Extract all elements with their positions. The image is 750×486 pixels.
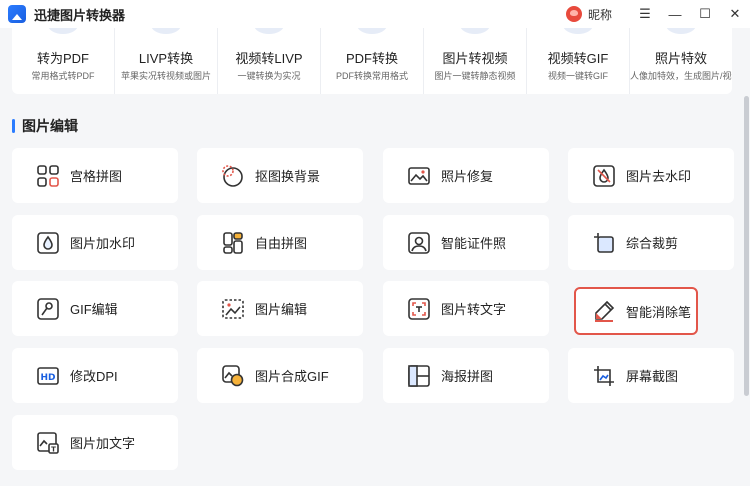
svg-text:HD: HD xyxy=(40,373,55,383)
eraser-pen-icon xyxy=(595,300,615,322)
feature-subtitle: PDF转换常用格式 xyxy=(335,71,408,81)
nickname[interactable]: 昵称 xyxy=(588,6,612,23)
feature-image-to-video[interactable]: 图片转视频 图片一键转静态视频 xyxy=(424,28,527,94)
cutout-icon xyxy=(222,164,243,187)
close-button[interactable]: ✕ xyxy=(720,0,750,28)
livp-icon xyxy=(151,28,181,34)
feature-subtitle: 常用格式转PDF xyxy=(31,71,95,81)
menu-button[interactable]: ☰ xyxy=(630,0,660,28)
tool-free-collage[interactable]: 自由拼图 xyxy=(197,215,363,270)
feature-to-pdf[interactable]: 转为PDF 常用格式转PDF xyxy=(12,28,115,94)
grid-icon xyxy=(37,164,59,187)
tool-label: 海报拼图 xyxy=(441,369,494,384)
minimize-button[interactable]: — xyxy=(660,0,690,28)
tool-label: 图片合成GIF xyxy=(255,369,329,384)
photo-effects-icon xyxy=(666,28,696,34)
tool-poster-collage[interactable]: 海报拼图 xyxy=(383,348,549,403)
feature-title: 视频转LIVP xyxy=(235,51,303,66)
app-title: 迅捷图片转换器 xyxy=(34,7,126,23)
tool-smart-eraser[interactable]: 智能消除笔 xyxy=(574,287,698,335)
gif-edit-icon xyxy=(37,297,59,320)
tool-label: 屏幕截图 xyxy=(626,369,679,384)
tool-gif-edit[interactable]: GIF编辑 xyxy=(12,281,178,336)
tool-grid-collage[interactable]: 宫格拼图 xyxy=(12,148,178,203)
tool-label: 智能证件照 xyxy=(441,236,507,251)
vertical-scrollbar[interactable] xyxy=(744,96,749,396)
tool-id-photo[interactable]: 智能证件照 xyxy=(383,215,549,270)
photo-repair-icon xyxy=(408,166,430,185)
feature-title: 图片转视频 xyxy=(442,51,508,66)
add-text-icon: T xyxy=(37,431,59,454)
hd-icon: HD xyxy=(37,366,59,385)
pdf-convert-icon xyxy=(357,28,387,34)
tool-label: 照片修复 xyxy=(441,169,494,184)
tool-image-to-text[interactable]: 图片转文字 xyxy=(383,281,549,336)
feature-title: PDF转换 xyxy=(345,51,398,66)
to-pdf-icon xyxy=(48,28,78,34)
crop-icon xyxy=(594,232,614,253)
tool-label: 自由拼图 xyxy=(255,236,308,251)
screenshot-icon xyxy=(594,365,614,386)
make-gif-icon xyxy=(222,364,244,386)
app-logo-icon xyxy=(8,5,26,23)
avatar[interactable] xyxy=(565,6,582,22)
tool-remove-watermark[interactable]: 图片去水印 xyxy=(568,148,734,203)
video-livp-icon xyxy=(254,28,284,34)
feature-title: 转为PDF xyxy=(36,51,89,66)
maximize-button[interactable]: ☐ xyxy=(690,0,720,28)
tool-label: 图片编辑 xyxy=(255,302,308,317)
feature-title: LIVP转换 xyxy=(138,51,194,66)
feature-subtitle: 一键转换为实况 xyxy=(237,71,301,81)
top-feature-strip: 转为PDF 常用格式转PDF LIVP转换 苹果实况转视频或图片 视频转LIVP… xyxy=(12,28,732,94)
feature-video-to-gif[interactable]: 视频转GIF 视频一键转GIF xyxy=(527,28,630,94)
tool-label: 图片转文字 xyxy=(441,302,507,317)
tool-image-edit[interactable]: 图片编辑 xyxy=(197,281,363,336)
tool-label: 综合裁剪 xyxy=(626,236,679,251)
tool-add-watermark[interactable]: 图片加水印 xyxy=(12,215,178,270)
feature-subtitle: 人像加特效，生成图片/视频 xyxy=(630,71,732,81)
tool-label: 修改DPI xyxy=(70,369,118,384)
feature-video-to-livp[interactable]: 视频转LIVP 一键转换为实况 xyxy=(218,28,321,94)
tool-screenshot[interactable]: 屏幕截图 xyxy=(568,348,734,403)
poster-icon xyxy=(408,364,430,387)
feature-photo-effects[interactable]: 照片特效 人像加特效，生成图片/视频 xyxy=(630,28,732,94)
feature-title: 照片特效 xyxy=(654,51,707,66)
feature-subtitle: 苹果实况转视频或图片 xyxy=(120,71,211,81)
tool-modify-dpi[interactable]: HD 修改DPI xyxy=(12,348,178,403)
video-gif-icon xyxy=(563,28,593,34)
section-title: 图片编辑 xyxy=(22,118,78,134)
svg-text:T: T xyxy=(51,445,56,453)
remove-watermark-icon xyxy=(593,164,615,187)
tool-label: 抠图换背景 xyxy=(255,169,321,184)
section-accent-bar xyxy=(12,119,15,133)
id-photo-icon xyxy=(408,231,430,254)
tool-label: GIF编辑 xyxy=(70,302,118,317)
tool-label: 图片加水印 xyxy=(70,236,136,251)
tool-make-gif[interactable]: 图片合成GIF xyxy=(197,348,363,403)
ocr-icon xyxy=(408,297,430,320)
section-header: 图片编辑 xyxy=(12,118,78,134)
tool-photo-repair[interactable]: 照片修复 xyxy=(383,148,549,203)
feature-subtitle: 图片一键转静态视频 xyxy=(434,71,516,81)
image-edit-section: 图片编辑 宫格拼图 抠图换背景 照片修复 图片去水印 图片加水印 自由拼图 智能… xyxy=(0,94,750,486)
feature-pdf-convert[interactable]: PDF转换 PDF转换常用格式 xyxy=(321,28,424,94)
tool-add-text[interactable]: T 图片加文字 xyxy=(12,415,178,470)
tool-label: 宫格拼图 xyxy=(70,169,123,184)
feature-livp-convert[interactable]: LIVP转换 苹果实况转视频或图片 xyxy=(115,28,218,94)
image-edit-icon xyxy=(222,298,244,319)
tool-label: 图片加文字 xyxy=(70,436,136,451)
free-collage-icon xyxy=(223,231,243,254)
tool-label: 图片去水印 xyxy=(626,169,692,184)
image-video-icon xyxy=(460,28,490,34)
add-watermark-icon xyxy=(37,231,59,254)
tool-cutout-background[interactable]: 抠图换背景 xyxy=(197,148,363,203)
tool-crop[interactable]: 综合裁剪 xyxy=(568,215,734,270)
feature-subtitle: 视频一键转GIF xyxy=(548,71,608,81)
tool-label: 智能消除笔 xyxy=(626,304,692,320)
feature-title: 视频转GIF xyxy=(547,51,609,66)
title-bar: 迅捷图片转换器 昵称 ☰ — ☐ ✕ xyxy=(0,0,750,28)
